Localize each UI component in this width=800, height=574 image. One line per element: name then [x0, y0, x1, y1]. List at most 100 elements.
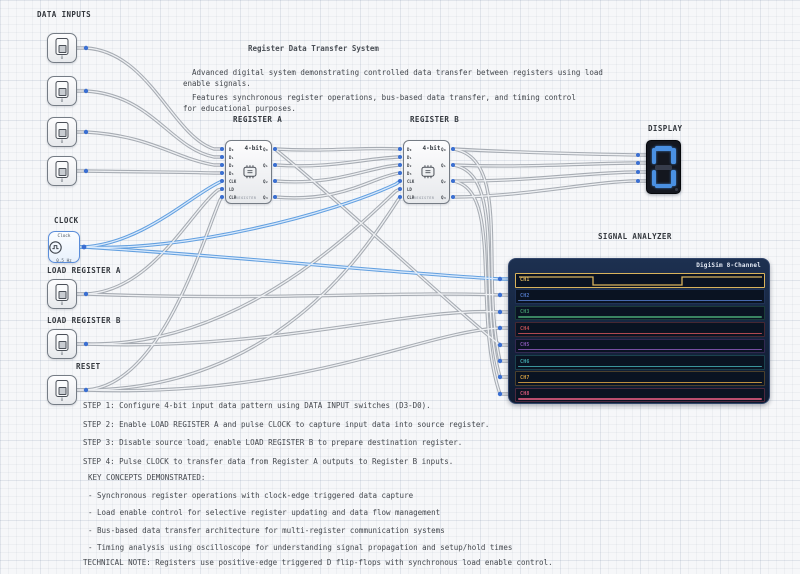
- concept-2: - Load enable control for selective regi…: [88, 508, 441, 517]
- step-2: STEP 2: Enable LOAD REGISTER A and pulse…: [83, 419, 490, 429]
- clock-name: Clock: [57, 234, 71, 239]
- channel-row-ch5: CH5: [515, 338, 765, 354]
- flat-trace: [518, 332, 762, 334]
- pin-label: D₁: [229, 155, 234, 160]
- data-input-switch-3[interactable]: 0: [47, 33, 77, 63]
- toggle-icon: [55, 81, 69, 98]
- pin-label: Q₀: [263, 147, 268, 152]
- step-4: STEP 4: Pulse CLOCK to transfer data fro…: [83, 456, 454, 466]
- step-3: STEP 3: Disable source load, enable LOAD…: [83, 438, 463, 447]
- flat-trace: [518, 381, 762, 384]
- toggle-icon: [55, 380, 69, 397]
- toggle-icon: [55, 38, 69, 55]
- step-1: STEP 1: Configure 4-bit input data patte…: [83, 401, 431, 410]
- signal-analyzer-label: SIGNAL ANALYZER: [598, 232, 672, 241]
- pin-label: LD: [407, 187, 412, 192]
- chip-type-label: REGISTER: [235, 195, 257, 200]
- display-label: DISPLAY: [648, 124, 683, 133]
- channel-label: CH6: [520, 358, 530, 365]
- pin-label: LD: [229, 187, 234, 192]
- register-b-label: REGISTER B: [410, 115, 460, 124]
- toggle-icon: [55, 334, 69, 351]
- clock-frequency: 0.5 Hz: [56, 259, 72, 264]
- register-a-label: REGISTER A: [233, 115, 283, 124]
- chip-type-label: REGISTER: [413, 195, 435, 200]
- pin-label: Q₁: [263, 163, 268, 168]
- data-input-switch-2[interactable]: 0: [47, 76, 77, 106]
- pin-label: CLK: [407, 179, 415, 184]
- data-input-switch-1[interactable]: 0: [47, 117, 77, 147]
- channel-row-ch8: CH8: [515, 387, 765, 403]
- channel-label: CH8: [520, 391, 530, 398]
- channel-label: CH4: [520, 325, 530, 332]
- clock-label: CLOCK: [54, 216, 79, 225]
- flat-trace: [518, 365, 762, 367]
- concept-4: - Timing analysis using oscilloscope for…: [88, 543, 513, 552]
- pin-label: D₀: [407, 147, 412, 152]
- concept-1: - Synchronous register operations with c…: [88, 490, 414, 500]
- switch-value: 0: [60, 140, 64, 145]
- channel-label: CH7: [520, 374, 530, 381]
- switch-value: 0: [60, 99, 64, 104]
- channel-row-ch6: CH6: [515, 355, 765, 370]
- seven-segment-display[interactable]: [646, 140, 681, 194]
- segment-b: [671, 148, 676, 164]
- signal-analyzer-panel[interactable]: DigiSim 8-Channel CH1 CH2 CH3 CH4 CH5 CH…: [508, 258, 770, 404]
- decimal-point: [675, 187, 678, 191]
- channel-row-ch3: CH3: [515, 305, 765, 321]
- ic-chip-icon: [242, 165, 256, 179]
- toggle-icon: [55, 122, 69, 139]
- pin-label: CLK: [229, 179, 237, 184]
- switch-value: 0: [60, 179, 64, 184]
- load-register-a-label: LOAD REGISTER A: [47, 266, 121, 275]
- pin-label: Q₂: [263, 179, 268, 184]
- pin-label: D₂: [407, 163, 412, 168]
- switch-value: 0: [60, 352, 64, 357]
- segment-f: [651, 148, 656, 164]
- channel-label: CH5: [520, 342, 530, 349]
- toggle-icon: [55, 161, 69, 178]
- clock-wave-icon: [49, 241, 62, 254]
- pin-label: D₃: [407, 171, 412, 176]
- flat-trace: [518, 349, 762, 351]
- pin-label: D₂: [229, 163, 234, 168]
- channel-row-ch7: CH7: [515, 371, 765, 386]
- pin-label: D₀: [229, 147, 234, 152]
- pin-label: Q₁: [441, 163, 446, 168]
- description-1: Advanced digital system demonstrating co…: [183, 68, 603, 89]
- data-inputs-label: DATA INPUTS: [37, 10, 92, 19]
- pin-label: Q₀: [441, 147, 446, 152]
- load-register-b-label: LOAD REGISTER B: [47, 316, 121, 325]
- load-register-a-switch[interactable]: 0: [47, 279, 77, 309]
- ch1-waveform: [519, 276, 762, 286]
- switch-value: 0: [60, 398, 64, 403]
- pin-label: Q₂: [441, 179, 446, 184]
- segment-c: [671, 170, 676, 186]
- segment-a: [655, 146, 672, 151]
- clock-component[interactable]: Clock 0.5 Hz: [48, 231, 80, 264]
- pin-label: D₃: [229, 171, 234, 176]
- concept-3: - Bus-based data transfer architecture f…: [88, 525, 445, 535]
- key-concepts-heading: KEY CONCEPTS DEMONSTRATED:: [88, 473, 206, 482]
- flat-trace: [518, 398, 762, 400]
- technical-note: TECHNICAL NOTE: Registers use positive-e…: [83, 558, 553, 567]
- flat-trace: [518, 316, 762, 318]
- switch-value: 0: [60, 56, 64, 61]
- register-a-chip[interactable]: 4-bit D₀ D₁ D₂ D₃ CLK LD CLR Q₀ Q₁ Q₂ Q₃…: [225, 140, 272, 204]
- reset-switch[interactable]: 0: [47, 375, 77, 405]
- switch-value: 0: [60, 302, 64, 307]
- load-register-b-switch[interactable]: 0: [47, 329, 77, 359]
- toggle-icon: [55, 284, 69, 301]
- data-input-switch-0[interactable]: 0: [47, 156, 77, 186]
- channel-label: CH2: [520, 292, 530, 299]
- ic-chip-icon: [420, 165, 434, 179]
- analyzer-brand: DigiSim 8-Channel: [696, 262, 761, 269]
- segment-g: [655, 165, 672, 170]
- channel-row-ch1: CH1: [515, 273, 765, 288]
- channel-row-ch2: CH2: [515, 289, 765, 304]
- register-b-chip[interactable]: 4-bit D₀ D₁ D₂ D₃ CLK LD CLR Q₀ Q₁ Q₂ Q₃…: [403, 140, 450, 204]
- circuit-canvas[interactable]: DATA INPUTS CLOCK LOAD REGISTER A LOAD R…: [0, 0, 800, 574]
- description-2: Features synchronous register operations…: [183, 93, 576, 114]
- channel-row-ch4: CH4: [515, 322, 765, 337]
- pin-label: D₁: [407, 155, 412, 160]
